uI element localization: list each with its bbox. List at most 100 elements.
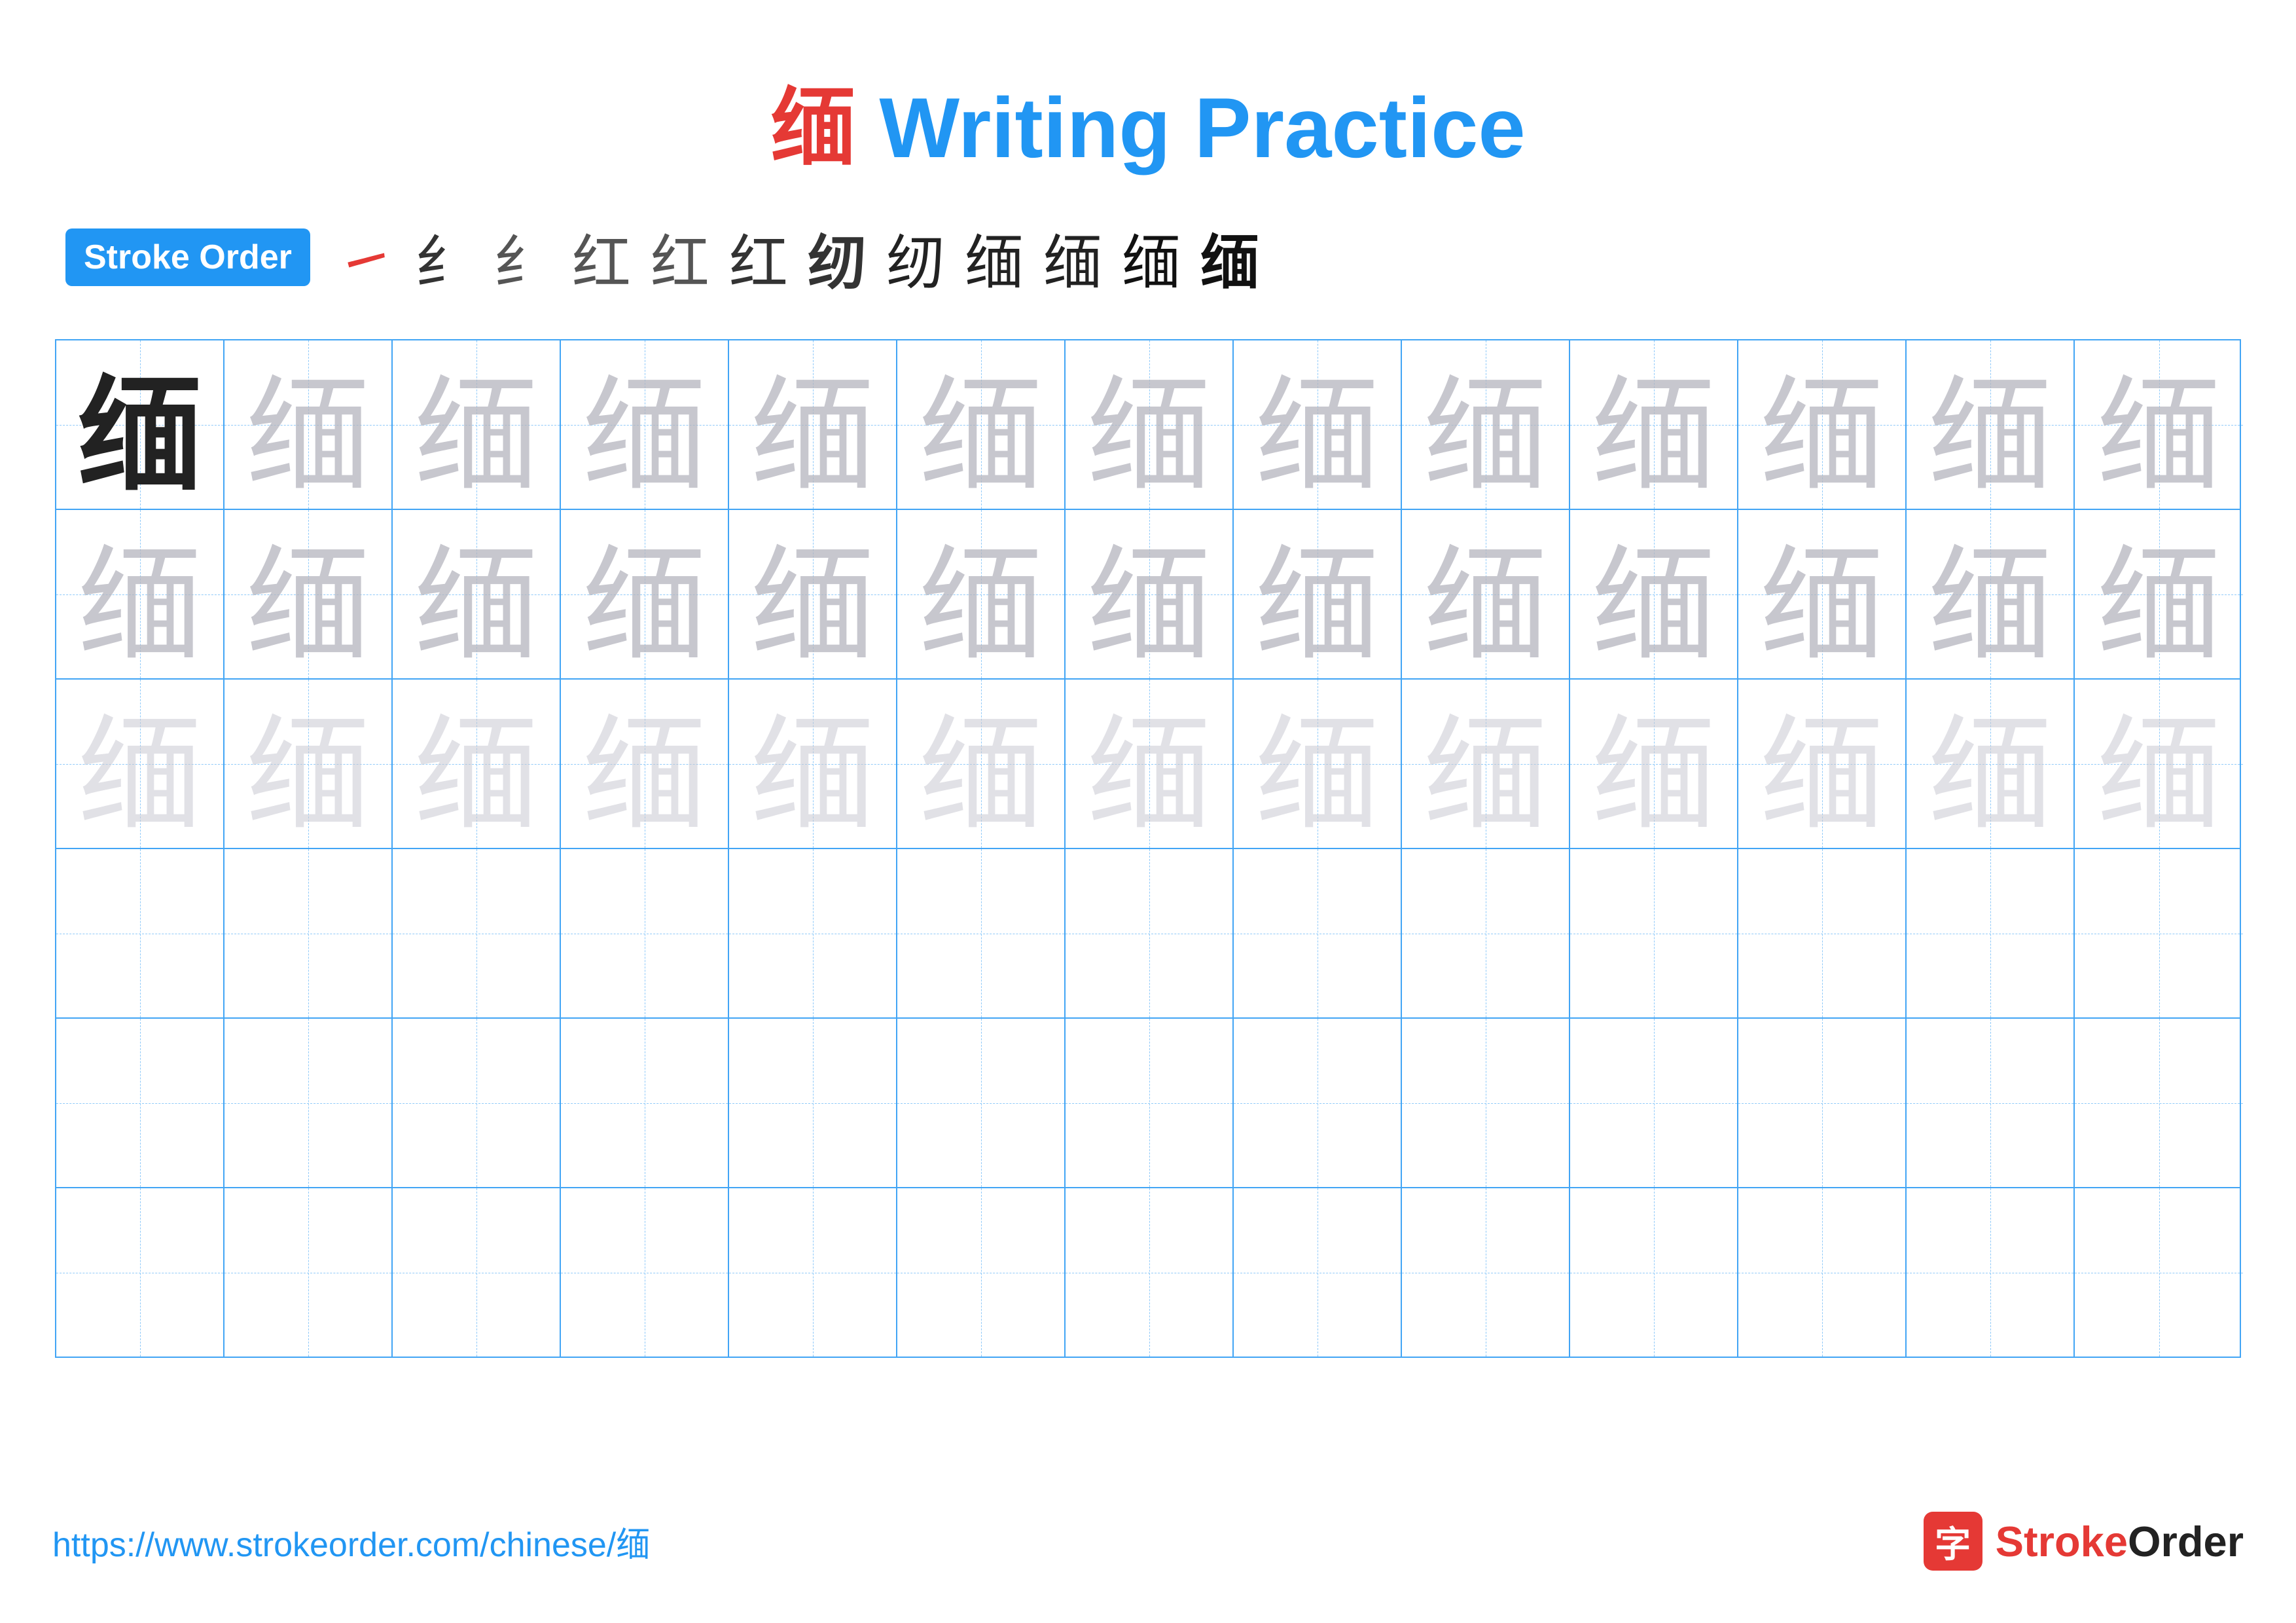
cell-1-13: 缅: [2075, 340, 2243, 509]
char-display: 缅: [1255, 340, 1379, 509]
cell-6-11[interactable]: [1738, 1188, 1907, 1357]
char-display: 缅: [1086, 510, 1211, 678]
cell-1-10: 缅: [1570, 340, 1738, 509]
stroke-order-row: Stroke Order ㇀ 纟 纟 红 红 红 纫 纫 缅 缅 缅 缅: [52, 215, 2244, 300]
cell-5-2[interactable]: [224, 1019, 393, 1187]
cell-6-8[interactable]: [1234, 1188, 1402, 1357]
cell-6-4[interactable]: [561, 1188, 729, 1357]
cell-3-13: 缅: [2075, 680, 2243, 848]
cell-1-1: 缅: [56, 340, 224, 509]
cell-1-6: 缅: [897, 340, 1066, 509]
cell-4-8[interactable]: [1234, 849, 1402, 1017]
cell-2-1: 缅: [56, 510, 224, 678]
cell-6-2[interactable]: [224, 1188, 393, 1357]
char-display: 缅: [245, 340, 370, 509]
cell-3-6: 缅: [897, 680, 1066, 848]
stroke-1: ㇀: [336, 215, 395, 300]
cell-4-7[interactable]: [1066, 849, 1234, 1017]
cell-5-1[interactable]: [56, 1019, 224, 1187]
cell-1-12: 缅: [1907, 340, 2075, 509]
char-display: 缅: [1423, 510, 1547, 678]
cell-6-5[interactable]: [729, 1188, 897, 1357]
cell-5-13[interactable]: [2075, 1019, 2243, 1187]
char-display: 缅: [1255, 680, 1379, 848]
cell-4-5[interactable]: [729, 849, 897, 1017]
cell-4-10[interactable]: [1570, 849, 1738, 1017]
stroke-9: 缅: [965, 215, 1024, 300]
cell-4-9[interactable]: [1402, 849, 1570, 1017]
cell-6-13[interactable]: [2075, 1188, 2243, 1357]
cell-1-7: 缅: [1066, 340, 1234, 509]
char-display: 缅: [77, 680, 202, 848]
cell-5-11[interactable]: [1738, 1019, 1907, 1187]
grid-row-5: [56, 1019, 2240, 1188]
stroke-8: 纫: [886, 215, 945, 300]
cell-2-13: 缅: [2075, 510, 2243, 678]
page-container: 缅 Writing Practice Stroke Order ㇀ 纟 纟 红 …: [0, 0, 2296, 1623]
cell-6-1[interactable]: [56, 1188, 224, 1357]
cell-5-7[interactable]: [1066, 1019, 1234, 1187]
cell-1-4: 缅: [561, 340, 729, 509]
char-display: 缅: [1928, 510, 2052, 678]
stroke-sequence: ㇀ 纟 纟 红 红 红 纫 纫 缅 缅 缅 缅: [336, 215, 2231, 300]
cell-3-2: 缅: [224, 680, 393, 848]
char-display: 缅: [750, 340, 874, 509]
char-display: 缅: [1086, 680, 1211, 848]
grid-row-6: [56, 1188, 2240, 1357]
cell-3-4: 缅: [561, 680, 729, 848]
cell-2-12: 缅: [1907, 510, 2075, 678]
cell-5-5[interactable]: [729, 1019, 897, 1187]
cell-3-11: 缅: [1738, 680, 1907, 848]
stroke-12: 缅: [1200, 215, 1259, 300]
char-display: 缅: [582, 680, 706, 848]
cell-2-10: 缅: [1570, 510, 1738, 678]
cell-1-2: 缅: [224, 340, 393, 509]
cell-4-3[interactable]: [393, 849, 561, 1017]
char-display: 缅: [77, 340, 202, 509]
cell-6-7[interactable]: [1066, 1188, 1234, 1357]
cell-2-5: 缅: [729, 510, 897, 678]
char-display: 缅: [582, 510, 706, 678]
cell-3-7: 缅: [1066, 680, 1234, 848]
cell-4-4[interactable]: [561, 849, 729, 1017]
cell-4-11[interactable]: [1738, 849, 1907, 1017]
char-display: 缅: [245, 510, 370, 678]
page-title: 缅 Writing Practice: [770, 59, 1525, 182]
cell-6-10[interactable]: [1570, 1188, 1738, 1357]
cell-5-3[interactable]: [393, 1019, 561, 1187]
cell-5-8[interactable]: [1234, 1019, 1402, 1187]
cell-6-9[interactable]: [1402, 1188, 1570, 1357]
cell-6-3[interactable]: [393, 1188, 561, 1357]
cell-2-4: 缅: [561, 510, 729, 678]
stroke-5: 红: [651, 215, 709, 300]
cell-6-12[interactable]: [1907, 1188, 2075, 1357]
title-rest: Writing Practice: [855, 80, 1525, 175]
cell-4-6[interactable]: [897, 849, 1066, 1017]
cell-5-12[interactable]: [1907, 1019, 2075, 1187]
char-display: 缅: [750, 680, 874, 848]
grid-row-2: 缅 缅 缅 缅 缅 缅 缅 缅 缅 缅 缅 缅 缅: [56, 510, 2240, 680]
cell-3-10: 缅: [1570, 680, 1738, 848]
cell-6-6[interactable]: [897, 1188, 1066, 1357]
grid-row-4: [56, 849, 2240, 1019]
char-display: 缅: [1255, 510, 1379, 678]
char-display: 缅: [414, 680, 538, 848]
char-display: 缅: [2096, 510, 2221, 678]
cell-3-8: 缅: [1234, 680, 1402, 848]
cell-4-2[interactable]: [224, 849, 393, 1017]
char-display: 缅: [1759, 510, 1884, 678]
cell-5-6[interactable]: [897, 1019, 1066, 1187]
stroke-6: 红: [729, 215, 788, 300]
char-display: 缅: [414, 510, 538, 678]
stroke-2: 纟: [415, 215, 474, 300]
cell-4-1[interactable]: [56, 849, 224, 1017]
cell-3-12: 缅: [1907, 680, 2075, 848]
char-display: 缅: [245, 680, 370, 848]
cell-5-10[interactable]: [1570, 1019, 1738, 1187]
grid-row-1: 缅 缅 缅 缅 缅 缅 缅 缅 缅 缅 缅 缅 缅: [56, 340, 2240, 510]
cell-5-4[interactable]: [561, 1019, 729, 1187]
cell-4-13[interactable]: [2075, 849, 2243, 1017]
cell-4-12[interactable]: [1907, 849, 2075, 1017]
cell-5-9[interactable]: [1402, 1019, 1570, 1187]
char-display: 缅: [1759, 340, 1884, 509]
